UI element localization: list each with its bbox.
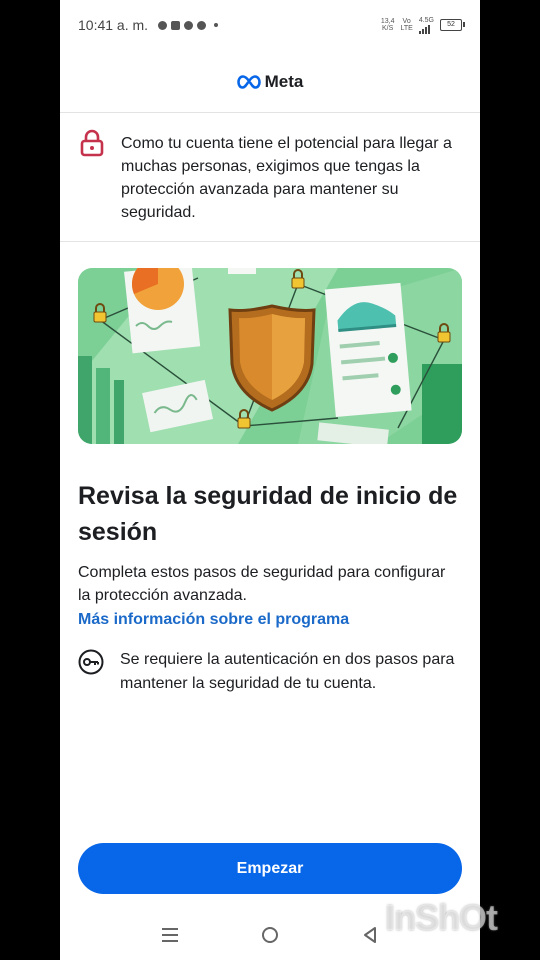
speed-unit: K/S	[382, 25, 394, 32]
requirement-text: Se requiere la autenticación en dos paso…	[120, 651, 455, 692]
lte-label: LTE	[400, 25, 413, 32]
battery-level: 52	[447, 21, 455, 28]
meta-logo: Meta	[236, 72, 304, 92]
speed-value: 13,4	[380, 18, 395, 25]
brand-name: Meta	[264, 72, 304, 91]
more-notifications-icon	[214, 23, 219, 27]
meta-infinity-icon	[236, 75, 261, 89]
notice-text: Como tu cuenta tiene el potencial para l…	[121, 135, 452, 221]
network-type: 4.5G	[418, 16, 434, 34]
video-notification-icon	[171, 20, 181, 30]
vo-label: Vo	[402, 18, 411, 25]
status-left: 10:41 a. m.	[78, 17, 219, 33]
signal-icon	[418, 24, 434, 34]
shield-illustration	[78, 268, 462, 444]
key-icon	[78, 649, 104, 675]
more-info-link[interactable]: Más información sobre el programa	[78, 608, 349, 631]
start-button[interactable]: Empezar	[78, 843, 462, 894]
security-illustration-graphic	[78, 268, 462, 444]
status-bar: 10:41 a. m. 13,4 K/S Vo LTE 4.5G 52	[60, 0, 480, 50]
network-speed: 13,4 K/S	[381, 18, 395, 32]
phone-screen: 10:41 a. m. 13,4 K/S Vo LTE 4.5G 52 Meta…	[60, 0, 480, 960]
menu-icon[interactable]	[150, 915, 190, 955]
back-icon[interactable]	[350, 915, 390, 955]
messenger-notification-icon-2	[184, 20, 194, 30]
status-time: 10:41 a. m.	[78, 17, 149, 33]
messenger-notification-icon	[158, 20, 168, 30]
lock-icon	[80, 129, 104, 157]
page-title: Revisa la seguridad de inicio de sesión	[78, 482, 458, 546]
battery-icon: 52	[440, 19, 465, 31]
home-icon[interactable]	[250, 915, 290, 955]
network-type-label: 4.5G	[418, 16, 434, 24]
chat-notification-icon	[197, 20, 207, 30]
app-header: Meta	[60, 52, 480, 113]
page-description: Completa estos pasos de seguridad para c…	[78, 564, 446, 604]
status-right: 13,4 K/S Vo LTE 4.5G 52	[381, 16, 465, 34]
inshot-watermark: InShOt	[385, 897, 498, 938]
volte-indicator: Vo LTE	[400, 18, 412, 32]
security-notice: Como tu cuenta tiene el potencial para l…	[60, 113, 480, 242]
